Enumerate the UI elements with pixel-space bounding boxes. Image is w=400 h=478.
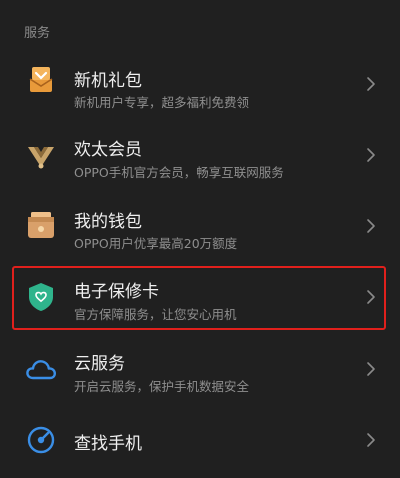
item-title: 欢太会员 (74, 140, 142, 160)
chevron-right-icon (364, 75, 378, 93)
list-item-heytap-membership[interactable]: 欢太会员 OPPO手机官方会员，畅享互联网服务 (0, 118, 400, 188)
chevron-right-icon (364, 217, 378, 235)
item-subtitle: OPPO手机官方会员，畅享互联网服务 (74, 165, 284, 180)
item-title: 查找手机 (74, 434, 142, 454)
item-subtitle: OPPO用户优享最高20万额度 (74, 236, 238, 251)
list-item-my-wallet[interactable]: 我的钱包 OPPO用户优享最高20万额度 (0, 190, 400, 260)
chevron-right-icon (364, 431, 378, 449)
gift-box-icon (24, 63, 58, 97)
item-subtitle: 开启云服务，保护手机数据安全 (74, 379, 250, 394)
item-title: 新机礼包 (74, 71, 142, 91)
list-item-e-warranty-card[interactable]: 电子保修卡 官方保障服务，让您安心用机 (0, 262, 400, 332)
item-title: 云服务 (74, 354, 125, 374)
membership-badge-icon (24, 139, 58, 173)
wallet-icon (24, 208, 58, 242)
chevron-right-icon (364, 360, 378, 378)
chevron-right-icon (364, 288, 378, 306)
list-item-new-device-gift[interactable]: 新机礼包 新机用户专享，超多福利免费领 (0, 46, 400, 116)
section-header: 服务 (24, 26, 51, 41)
item-title: 电子保修卡 (74, 282, 159, 302)
item-subtitle: 新机用户专享，超多福利免费领 (74, 95, 250, 110)
list-item-cloud-service[interactable]: 云服务 开启云服务，保护手机数据安全 (0, 334, 400, 404)
cloud-icon (24, 352, 58, 386)
shield-heart-icon (24, 280, 58, 314)
chevron-right-icon (364, 146, 378, 164)
item-title: 我的钱包 (74, 212, 142, 232)
locate-phone-icon (24, 423, 58, 457)
item-subtitle: 官方保障服务，让您安心用机 (74, 307, 237, 322)
list-item-find-phone[interactable]: 查找手机 (0, 406, 400, 476)
